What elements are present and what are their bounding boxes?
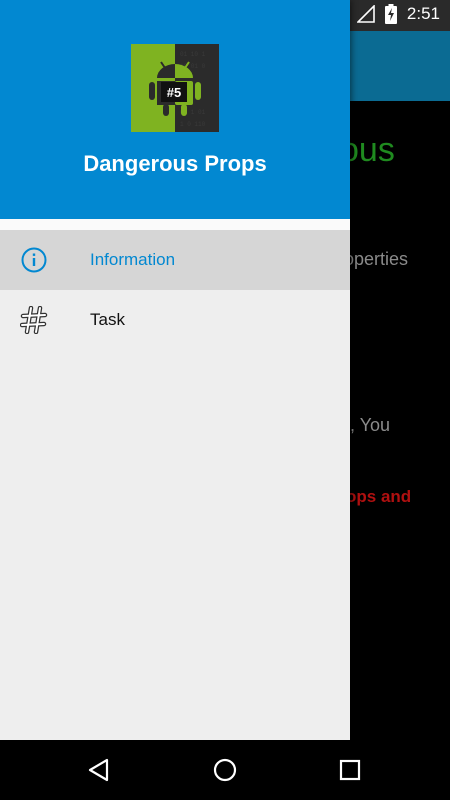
- recents-icon[interactable]: [337, 757, 363, 783]
- drawer-item-information[interactable]: Information: [0, 230, 350, 290]
- logo-badge: #5: [167, 85, 181, 100]
- info-icon: [21, 247, 47, 273]
- home-icon[interactable]: [212, 757, 238, 783]
- back-icon[interactable]: [86, 757, 112, 783]
- drawer-item-label: Task: [90, 310, 125, 329]
- background-text-1: operties: [344, 249, 409, 269]
- drawer-item-task[interactable]: Task: [0, 290, 350, 350]
- svg-text:1 0 110: 1 0 110: [180, 121, 206, 128]
- drawer-divider: [0, 219, 350, 230]
- drawer-header: 01 10 1 10 01 0 01 1 01 1 0 110 #5 Dange…: [0, 0, 350, 219]
- hash-icon: [20, 306, 48, 334]
- navigation-drawer[interactable]: 01 10 1 10 01 0 01 1 01 1 0 110 #5 Dange…: [0, 0, 350, 740]
- system-navigation-bar: [0, 740, 450, 800]
- app-logo-icon: 01 10 1 10 01 0 01 1 01 1 0 110 #5: [131, 44, 219, 132]
- app-name: Dangerous Props: [83, 151, 267, 176]
- background-warning-text: ops and: [346, 487, 412, 506]
- battery-charging-icon: [384, 4, 397, 24]
- drawer-item-label: Information: [90, 250, 176, 269]
- svg-text:01 10 1: 01 10 1: [180, 51, 206, 58]
- status-time: 2:51: [406, 4, 440, 23]
- cell-signal-icon: [356, 5, 375, 23]
